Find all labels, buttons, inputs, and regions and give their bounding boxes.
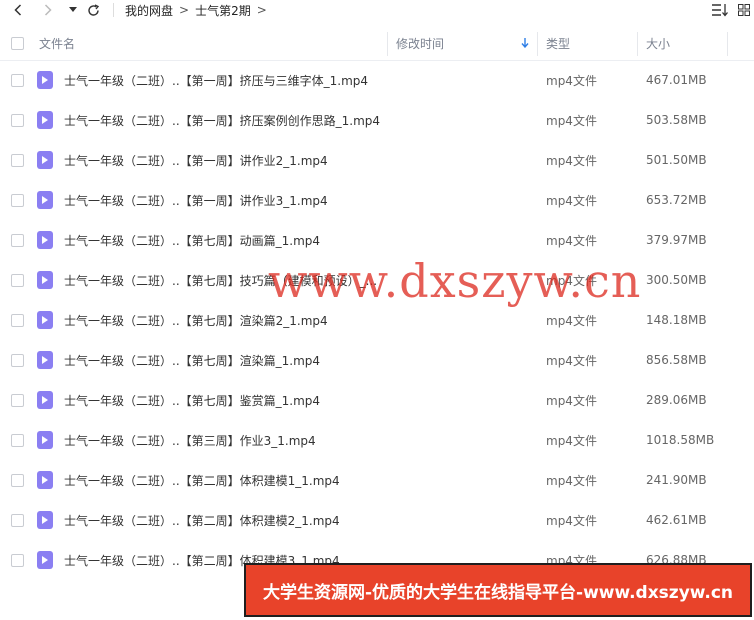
sort-list-icon[interactable] <box>710 0 730 20</box>
refresh-icon[interactable] <box>86 0 100 20</box>
row-checkbox[interactable] <box>11 194 24 207</box>
video-file-icon <box>37 351 53 369</box>
video-file-icon <box>37 511 53 529</box>
row-checkbox[interactable] <box>11 314 24 327</box>
column-header-size[interactable]: 大小 <box>646 26 670 60</box>
file-list: 士气一年级（二班）..【第一周】挤压与三维字体_1.mp4 mp4文件 467.01… <box>0 60 754 580</box>
file-size: 148.18MB <box>646 313 707 327</box>
column-header-modified[interactable]: 修改时间 <box>396 26 444 60</box>
file-row[interactable]: 士气一年级（二班）..【第七周】渲染篇_1.mp4 mp4文件 856.58MB <box>0 340 754 380</box>
column-header-type[interactable]: 类型 <box>546 26 570 60</box>
grid-view-icon[interactable] <box>737 0 751 20</box>
breadcrumb: 我的网盘 > 士气第2期 > <box>125 0 273 20</box>
video-file-icon <box>37 271 53 289</box>
file-size: 856.58MB <box>646 353 707 367</box>
row-checkbox[interactable] <box>11 74 24 87</box>
row-checkbox[interactable] <box>11 234 24 247</box>
file-name[interactable]: 士气一年级（二班）..【第一周】讲作业3_1.mp4 <box>64 180 328 220</box>
video-file-icon <box>37 71 53 89</box>
file-type: mp4文件 <box>546 153 597 168</box>
file-row[interactable]: 士气一年级（二班）..【第七周】鉴赏篇_1.mp4 mp4文件 289.06MB <box>0 380 754 420</box>
promo-banner-text: 大学生资源网-优质的大学生在线指导平台-www.dxszyw.cn <box>262 582 734 603</box>
file-row[interactable]: 士气一年级（二班）..【第一周】讲作业3_1.mp4 mp4文件 653.72MB <box>0 180 754 220</box>
video-file-icon <box>37 231 53 249</box>
video-file-icon <box>37 551 53 569</box>
file-row[interactable]: 士气一年级（二班）..【第二周】体积建模1_1.mp4 mp4文件 241.90MB <box>0 460 754 500</box>
file-type: mp4文件 <box>546 353 597 368</box>
row-checkbox[interactable] <box>11 434 24 447</box>
breadcrumb-separator: > <box>256 3 267 17</box>
file-size: 501.50MB <box>646 153 707 167</box>
column-divider[interactable] <box>637 32 638 56</box>
file-row[interactable]: 士气一年级（二班）..【第二周】体积建模2_1.mp4 mp4文件 462.61MB <box>0 500 754 540</box>
file-row[interactable]: 士气一年级（二班）..【第一周】挤压案例创作思路_1.mp4 mp4文件 503.5… <box>0 100 754 140</box>
sort-descending-icon[interactable] <box>521 26 529 60</box>
video-file-icon <box>37 431 53 449</box>
promo-banner: 大学生资源网-优质的大学生在线指导平台-www.dxszyw.cn <box>244 563 752 617</box>
file-type: mp4文件 <box>546 473 597 488</box>
select-all-checkbox[interactable] <box>11 37 24 50</box>
file-size: 1018.58MB <box>646 433 715 447</box>
file-type: mp4文件 <box>546 73 597 88</box>
file-name[interactable]: 士气一年级（二班）..【第二周】体积建模2_1.mp4 <box>64 500 340 540</box>
video-file-icon <box>37 311 53 329</box>
video-file-icon <box>37 471 53 489</box>
video-file-icon <box>37 391 53 409</box>
file-name[interactable]: 士气一年级（二班）..【第一周】挤压与三维字体_1.mp4 <box>64 60 368 100</box>
file-name[interactable]: 士气一年级（二班）..【第三周】作业3_1.mp4 <box>64 420 316 460</box>
video-file-icon <box>37 151 53 169</box>
breadcrumb-separator: > <box>179 3 190 17</box>
file-size: 462.61MB <box>646 513 707 527</box>
row-checkbox[interactable] <box>11 354 24 367</box>
breadcrumb-current[interactable]: 士气第2期 <box>195 2 251 19</box>
file-name[interactable]: 士气一年级（二班）..【第七周】鉴赏篇_1.mp4 <box>64 380 320 420</box>
file-name[interactable]: 士气一年级（二班）..【第一周】讲作业2_1.mp4 <box>64 140 328 180</box>
row-checkbox[interactable] <box>11 274 24 287</box>
file-size: 467.01MB <box>646 73 707 87</box>
file-type: mp4文件 <box>546 193 597 208</box>
row-checkbox[interactable] <box>11 474 24 487</box>
file-size: 503.58MB <box>646 113 707 127</box>
file-size: 653.72MB <box>646 193 707 207</box>
file-row[interactable]: 士气一年级（二班）..【第三周】作业3_1.mp4 mp4文件 1018.58MB <box>0 420 754 460</box>
column-header-name[interactable]: 文件名 <box>39 26 75 60</box>
row-checkbox[interactable] <box>11 154 24 167</box>
file-size: 241.90MB <box>646 473 707 487</box>
row-checkbox[interactable] <box>11 514 24 527</box>
row-checkbox[interactable] <box>11 114 24 127</box>
file-row[interactable]: 士气一年级（二班）..【第一周】挤压与三维字体_1.mp4 mp4文件 467.01… <box>0 60 754 100</box>
file-type: mp4文件 <box>546 113 597 128</box>
file-type: mp4文件 <box>546 393 597 408</box>
file-name[interactable]: 士气一年级（二班）..【第二周】体积建模1_1.mp4 <box>64 460 340 500</box>
toolbar-divider <box>113 3 114 17</box>
file-type: mp4文件 <box>546 433 597 448</box>
breadcrumb-root[interactable]: 我的网盘 <box>125 2 173 19</box>
back-arrow-icon[interactable] <box>11 0 25 20</box>
video-file-icon <box>37 111 53 129</box>
file-size: 300.50MB <box>646 273 707 287</box>
video-file-icon <box>37 191 53 209</box>
column-divider[interactable] <box>727 32 728 56</box>
file-type: mp4文件 <box>546 513 597 528</box>
file-size: 289.06MB <box>646 393 707 407</box>
toolbar: 我的网盘 > 士气第2期 > <box>0 0 754 20</box>
column-divider[interactable] <box>387 32 388 56</box>
row-checkbox[interactable] <box>11 394 24 407</box>
file-name[interactable]: 士气一年级（二班）..【第七周】渲染篇_1.mp4 <box>64 340 320 380</box>
file-list-header: 文件名 修改时间 类型 大小 <box>0 26 754 61</box>
watermark-text: www.dxszyw.cn <box>268 254 642 308</box>
row-checkbox[interactable] <box>11 554 24 567</box>
file-size: 379.97MB <box>646 233 707 247</box>
history-dropdown-icon[interactable] <box>67 0 79 20</box>
column-divider[interactable] <box>537 32 538 56</box>
forward-arrow-icon[interactable] <box>41 0 55 20</box>
file-name[interactable]: 士气一年级（二班）..【第一周】挤压案例创作思路_1.mp4 <box>64 100 380 140</box>
file-row[interactable]: 士气一年级（二班）..【第一周】讲作业2_1.mp4 mp4文件 501.50MB <box>0 140 754 180</box>
